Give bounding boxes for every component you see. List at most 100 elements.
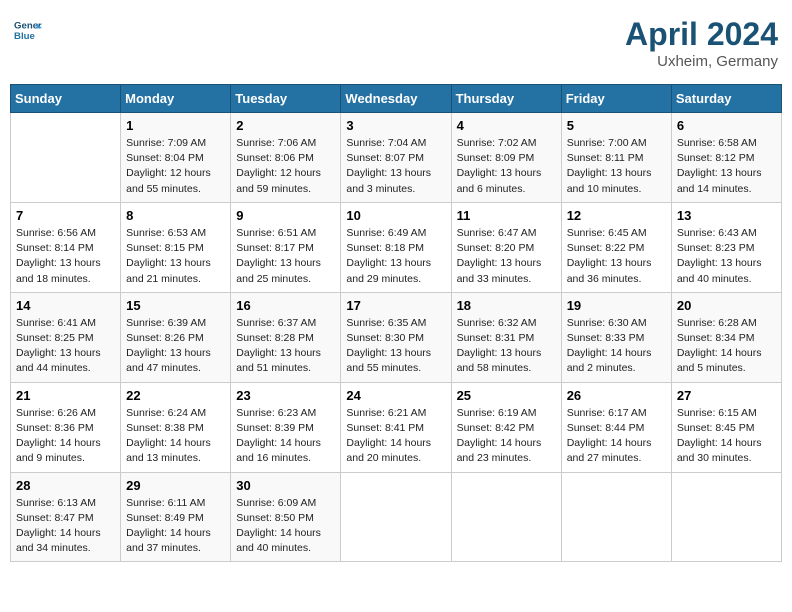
day-number: 11 (457, 208, 556, 223)
day-info: Sunrise: 6:11 AMSunset: 8:49 PMDaylight:… (126, 496, 225, 557)
day-info: Sunrise: 6:17 AMSunset: 8:44 PMDaylight:… (567, 406, 666, 467)
day-cell: 10 Sunrise: 6:49 AMSunset: 8:18 PMDayligh… (341, 202, 451, 292)
day-cell: 9 Sunrise: 6:51 AMSunset: 8:17 PMDaylight… (231, 202, 341, 292)
day-number: 1 (126, 118, 225, 133)
day-info: Sunrise: 6:26 AMSunset: 8:36 PMDaylight:… (16, 406, 115, 467)
day-number: 26 (567, 388, 666, 403)
day-cell: 7Sunrise: 6:56 AMSunset: 8:14 PMDaylight… (11, 202, 121, 292)
day-cell: 18 Sunrise: 6:32 AMSunset: 8:31 PMDayligh… (451, 292, 561, 382)
day-info: Sunrise: 6:43 AMSunset: 8:23 PMDaylight:… (677, 226, 776, 287)
day-info: Sunrise: 6:49 AMSunset: 8:18 PMDaylight:… (346, 226, 445, 287)
day-info: Sunrise: 6:21 AMSunset: 8:41 PMDaylight:… (346, 406, 445, 467)
day-cell: 20Sunrise: 6:28 AMSunset: 8:34 PMDayligh… (671, 292, 781, 382)
day-cell: 3 Sunrise: 7:04 AMSunset: 8:07 PMDaylight… (341, 113, 451, 203)
day-info: Sunrise: 6:23 AMSunset: 8:39 PMDaylight:… (236, 406, 335, 467)
day-number: 9 (236, 208, 335, 223)
title-area: April 2024 Uxheim, Germany (625, 16, 778, 70)
header-wednesday: Wednesday (341, 85, 451, 113)
day-info: Sunrise: 6:41 AMSunset: 8:25 PMDaylight:… (16, 316, 115, 377)
day-cell: 29 Sunrise: 6:11 AMSunset: 8:49 PMDayligh… (121, 472, 231, 562)
day-info: Sunrise: 6:13 AMSunset: 8:47 PMDaylight:… (16, 496, 115, 557)
day-cell: 21 Sunrise: 6:26 AMSunset: 8:36 PMDayligh… (11, 382, 121, 472)
day-number: 17 (346, 298, 445, 313)
day-cell: 25Sunrise: 6:19 AMSunset: 8:42 PMDayligh… (451, 382, 561, 472)
day-cell: 12 Sunrise: 6:45 AMSunset: 8:22 PMDayligh… (561, 202, 671, 292)
day-number: 10 (346, 208, 445, 223)
day-number: 2 (236, 118, 335, 133)
day-info: Sunrise: 6:58 AMSunset: 8:12 PMDaylight:… (677, 136, 776, 197)
day-cell: 24Sunrise: 6:21 AMSunset: 8:41 PMDayligh… (341, 382, 451, 472)
day-number: 13 (677, 208, 776, 223)
day-info: Sunrise: 7:00 AMSunset: 8:11 PMDaylight:… (567, 136, 666, 197)
day-number: 3 (346, 118, 445, 133)
week-row-2: 14 Sunrise: 6:41 AMSunset: 8:25 PMDayligh… (11, 292, 782, 382)
day-info: Sunrise: 6:15 AMSunset: 8:45 PMDaylight:… (677, 406, 776, 467)
day-number: 14 (16, 298, 115, 313)
day-cell (341, 472, 451, 562)
day-number: 23 (236, 388, 335, 403)
day-number: 6 (677, 118, 776, 133)
week-row-0: 1 Sunrise: 7:09 AMSunset: 8:04 PMDaylight… (11, 113, 782, 203)
day-cell: 30 Sunrise: 6:09 AMSunset: 8:50 PMDayligh… (231, 472, 341, 562)
day-info: Sunrise: 6:30 AMSunset: 8:33 PMDaylight:… (567, 316, 666, 377)
day-number: 29 (126, 478, 225, 493)
day-cell: 28 Sunrise: 6:13 AMSunset: 8:47 PMDayligh… (11, 472, 121, 562)
logo: General Blue (14, 16, 42, 44)
day-cell (561, 472, 671, 562)
day-cell: 23 Sunrise: 6:23 AMSunset: 8:39 PMDayligh… (231, 382, 341, 472)
calendar-table: SundayMondayTuesdayWednesdayThursdayFrid… (10, 84, 782, 562)
day-info: Sunrise: 6:45 AMSunset: 8:22 PMDaylight:… (567, 226, 666, 287)
day-number: 18 (457, 298, 556, 313)
day-number: 28 (16, 478, 115, 493)
day-info: Sunrise: 6:35 AMSunset: 8:30 PMDaylight:… (346, 316, 445, 377)
header-monday: Monday (121, 85, 231, 113)
day-number: 27 (677, 388, 776, 403)
day-number: 20 (677, 298, 776, 313)
day-cell: 16Sunrise: 6:37 AMSunset: 8:28 PMDayligh… (231, 292, 341, 382)
header-friday: Friday (561, 85, 671, 113)
day-info: Sunrise: 7:04 AMSunset: 8:07 PMDaylight:… (346, 136, 445, 197)
week-row-4: 28 Sunrise: 6:13 AMSunset: 8:47 PMDayligh… (11, 472, 782, 562)
day-cell: 1 Sunrise: 7:09 AMSunset: 8:04 PMDaylight… (121, 113, 231, 203)
day-number: 30 (236, 478, 335, 493)
month-year-title: April 2024 (625, 16, 778, 53)
day-number: 25 (457, 388, 556, 403)
day-cell: 2Sunrise: 7:06 AMSunset: 8:06 PMDaylight… (231, 113, 341, 203)
location-subtitle: Uxheim, Germany (625, 53, 778, 70)
day-cell (11, 113, 121, 203)
day-cell: 19 Sunrise: 6:30 AMSunset: 8:33 PMDayligh… (561, 292, 671, 382)
day-cell: 13 Sunrise: 6:43 AMSunset: 8:23 PMDayligh… (671, 202, 781, 292)
day-info: Sunrise: 6:32 AMSunset: 8:31 PMDaylight:… (457, 316, 556, 377)
week-row-1: 7Sunrise: 6:56 AMSunset: 8:14 PMDaylight… (11, 202, 782, 292)
day-info: Sunrise: 6:53 AMSunset: 8:15 PMDaylight:… (126, 226, 225, 287)
day-number: 12 (567, 208, 666, 223)
day-number: 22 (126, 388, 225, 403)
week-row-3: 21 Sunrise: 6:26 AMSunset: 8:36 PMDayligh… (11, 382, 782, 472)
calendar-body: 1 Sunrise: 7:09 AMSunset: 8:04 PMDaylight… (11, 113, 782, 562)
day-cell: 11 Sunrise: 6:47 AMSunset: 8:20 PMDayligh… (451, 202, 561, 292)
day-cell: 6 Sunrise: 6:58 AMSunset: 8:12 PMDaylight… (671, 113, 781, 203)
day-number: 4 (457, 118, 556, 133)
day-info: Sunrise: 7:09 AMSunset: 8:04 PMDaylight:… (126, 136, 225, 197)
day-info: Sunrise: 6:56 AMSunset: 8:14 PMDaylight:… (16, 226, 115, 287)
day-number: 19 (567, 298, 666, 313)
day-number: 5 (567, 118, 666, 133)
logo-icon: General Blue (14, 16, 42, 44)
day-cell: 5 Sunrise: 7:00 AMSunset: 8:11 PMDaylight… (561, 113, 671, 203)
day-number: 8 (126, 208, 225, 223)
day-number: 15 (126, 298, 225, 313)
header-sunday: Sunday (11, 85, 121, 113)
header-tuesday: Tuesday (231, 85, 341, 113)
header-saturday: Saturday (671, 85, 781, 113)
day-info: Sunrise: 6:51 AMSunset: 8:17 PMDaylight:… (236, 226, 335, 287)
day-cell: 15Sunrise: 6:39 AMSunset: 8:26 PMDayligh… (121, 292, 231, 382)
day-info: Sunrise: 6:47 AMSunset: 8:20 PMDaylight:… (457, 226, 556, 287)
day-info: Sunrise: 6:09 AMSunset: 8:50 PMDaylight:… (236, 496, 335, 557)
day-cell: 14 Sunrise: 6:41 AMSunset: 8:25 PMDayligh… (11, 292, 121, 382)
calendar-header: SundayMondayTuesdayWednesdayThursdayFrid… (11, 85, 782, 113)
header-thursday: Thursday (451, 85, 561, 113)
day-number: 21 (16, 388, 115, 403)
day-cell: 4 Sunrise: 7:02 AMSunset: 8:09 PMDaylight… (451, 113, 561, 203)
day-info: Sunrise: 7:02 AMSunset: 8:09 PMDaylight:… (457, 136, 556, 197)
day-number: 16 (236, 298, 335, 313)
